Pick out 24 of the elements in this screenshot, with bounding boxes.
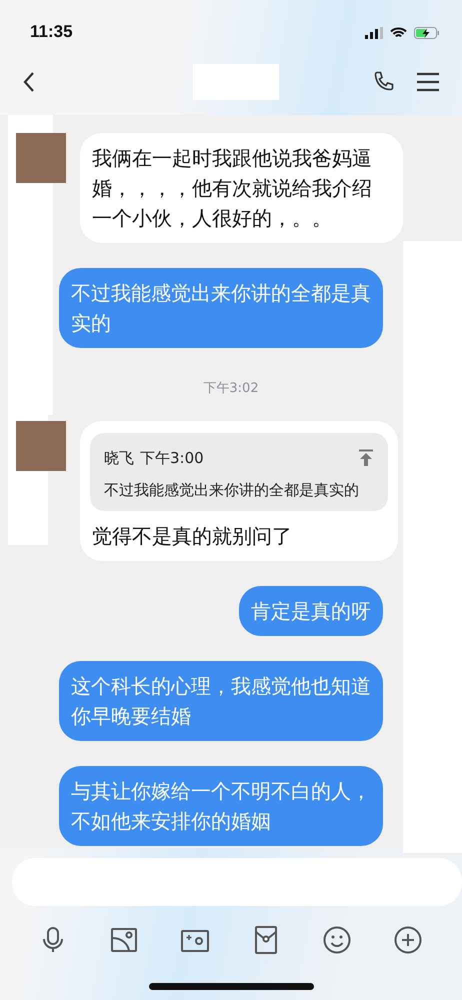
message-text: 觉得不是真的就别问了 bbox=[92, 523, 293, 550]
wifi-icon bbox=[390, 27, 407, 39]
jump-to-top-icon[interactable] bbox=[358, 449, 374, 467]
avatar-photo-placeholder bbox=[16, 421, 66, 471]
phone-icon[interactable] bbox=[372, 70, 396, 94]
menu-icon[interactable] bbox=[416, 72, 440, 92]
quote-text: 不过我能感觉出来你讲的全都是真实的 bbox=[104, 480, 360, 501]
status-time: 11:35 bbox=[30, 22, 73, 42]
message-text: 我俩在一起时我跟他说我爸妈逼婚，，，，他有次就说给我介绍一个小伙，人很好的，。。 bbox=[92, 145, 373, 232]
message-text: 不过我能感觉出来你讲的全都是真实的 bbox=[71, 280, 371, 337]
quote-sender: 晓飞 bbox=[104, 448, 134, 469]
plus-circle-icon[interactable] bbox=[394, 926, 422, 954]
signal-icon bbox=[365, 27, 383, 39]
message-text: 这个科长的心理，我感觉他也知道你早晚要结婚 bbox=[71, 673, 371, 730]
timestamp: 下午3:02 bbox=[203, 380, 259, 397]
message-input-field[interactable] bbox=[12, 858, 462, 906]
quote-time: 下午3:00 bbox=[140, 448, 204, 469]
message-text: 肯定是真的呀 bbox=[251, 598, 371, 625]
image-icon[interactable] bbox=[110, 926, 138, 954]
back-icon[interactable] bbox=[22, 70, 36, 92]
message-text: 与其让你嫁给一个不明不白的人，不如他来安排你的婚姻 bbox=[71, 778, 371, 835]
avatar-photo-placeholder bbox=[16, 133, 66, 183]
envelope-icon[interactable] bbox=[252, 926, 280, 954]
smiley-icon[interactable] bbox=[323, 926, 351, 954]
